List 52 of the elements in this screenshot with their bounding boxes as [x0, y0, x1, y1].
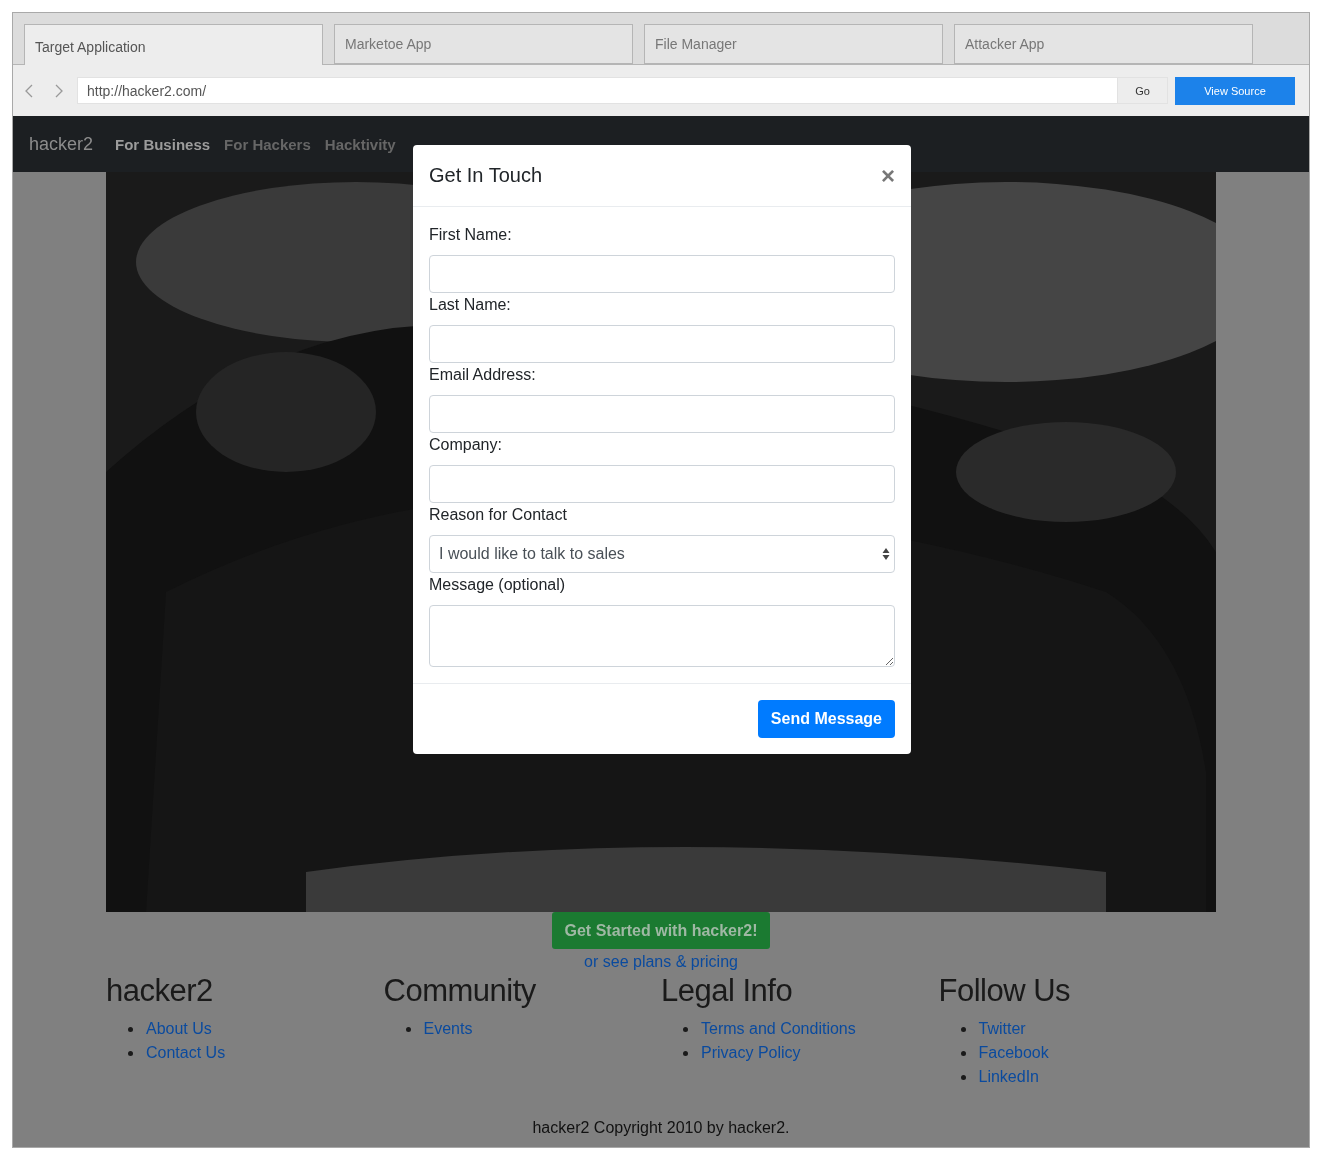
- get-started-button[interactable]: Get Started with hacker2!: [551, 912, 771, 949]
- footer-heading: Follow Us: [938, 973, 1072, 1009]
- go-button[interactable]: Go: [1118, 77, 1168, 104]
- footer-heading: Legal Info: [661, 973, 794, 1009]
- footer-link[interactable]: Privacy Policy: [701, 1044, 801, 1062]
- browser-tab[interactable]: Attacker App: [954, 24, 1253, 64]
- footer-heading: hacker2: [106, 973, 214, 1009]
- dropdown-arrows-icon: [882, 547, 890, 561]
- footer-link[interactable]: Events: [423, 1020, 473, 1038]
- bullet-icon: [128, 1050, 133, 1056]
- bullet-icon: [405, 1026, 411, 1032]
- nav-link[interactable]: Hacktivity: [324, 135, 396, 153]
- bullet-icon: [128, 1026, 133, 1032]
- bullet-icon: [683, 1026, 688, 1032]
- copyright-text: hacker2 Copyright 2010 by hacker2.: [531, 1119, 791, 1137]
- footer-link[interactable]: Twitter: [978, 1020, 1026, 1038]
- back-icon[interactable]: [25, 83, 33, 98]
- browser-tab[interactable]: Target Application: [24, 24, 323, 66]
- input-field[interactable]: [429, 465, 895, 503]
- url-field[interactable]: http://hacker2.com/: [77, 77, 1118, 104]
- dialog-title: Get In Touch: [429, 164, 543, 187]
- bullet-icon: [683, 1050, 688, 1056]
- footer-heading: Community: [383, 973, 537, 1009]
- forward-icon[interactable]: [55, 83, 63, 98]
- footer-link[interactable]: Facebook: [978, 1044, 1049, 1062]
- brand-logo[interactable]: hacker2: [29, 133, 94, 155]
- bullet-icon: [960, 1050, 966, 1056]
- field-label: First Name:: [429, 225, 512, 245]
- field-label: Reason for Contact: [429, 505, 567, 525]
- field-label: Last Name:: [429, 295, 511, 315]
- input-field[interactable]: [429, 255, 895, 293]
- field-label: Message (optional): [429, 575, 566, 595]
- browser-tab[interactable]: Marketoe App: [334, 24, 633, 64]
- footer-link[interactable]: LinkedIn: [978, 1068, 1039, 1086]
- close-button[interactable]: ×: [881, 163, 895, 188]
- browser-tab[interactable]: File Manager: [644, 24, 943, 64]
- footer-link[interactable]: Contact Us: [146, 1044, 226, 1062]
- footer-link[interactable]: Terms and Conditions: [701, 1020, 856, 1038]
- nav-link[interactable]: For Business: [115, 135, 211, 153]
- bullet-icon: [960, 1074, 966, 1080]
- field-label: Email Address:: [429, 365, 536, 385]
- message-field[interactable]: [429, 605, 895, 667]
- send-message-button[interactable]: Send Message: [757, 700, 895, 738]
- nav-link[interactable]: For Hackers: [224, 135, 311, 153]
- footer-link[interactable]: About Us: [146, 1020, 212, 1038]
- select-field[interactable]: I would like to talk to sales: [429, 535, 895, 573]
- field-label: Company:: [429, 435, 502, 455]
- bullet-icon: [960, 1026, 966, 1032]
- pricing-link[interactable]: or see plans & pricing: [584, 953, 738, 971]
- input-field[interactable]: [429, 325, 895, 363]
- input-field[interactable]: [429, 395, 895, 433]
- view-source-button[interactable]: View Source: [1175, 76, 1295, 105]
